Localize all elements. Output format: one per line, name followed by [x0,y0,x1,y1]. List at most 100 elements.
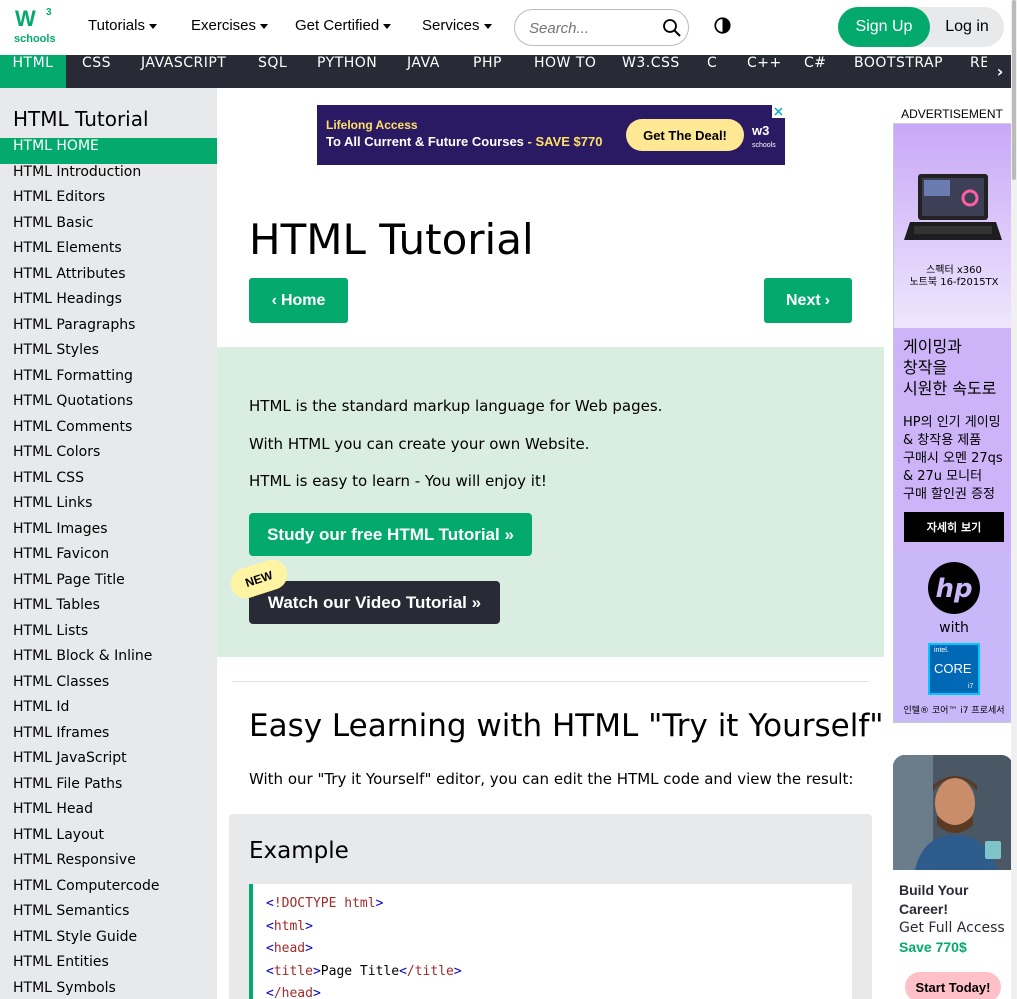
subject-java[interactable]: JAVA [407,55,440,88]
subject-cpp[interactable]: C++ [747,55,782,88]
side-ad-body: HP의 인기 게이밍 & 창작용 제품 구매시 오멘 27qs & 27u 모니… [903,415,1003,502]
home-button[interactable]: ‹ Home [249,278,348,323]
sidebar-item[interactable]: HTML Formatting [0,368,217,394]
log-in-button[interactable]: Log in [930,7,1004,47]
code-token: html [273,918,306,934]
sidebar-item[interactable]: HTML Colors [0,444,217,470]
example-box: Example <!DOCTYPE html> <html> <head> <titl… [229,814,872,999]
sign-up-button[interactable]: Sign Up [838,7,930,47]
video-tutorial-button[interactable]: Watch our Video Tutorial » [249,581,500,624]
banner-ad-line2: To All Current & Future Courses - SAVE $… [326,134,602,149]
menu-get-certified[interactable]: Get Certified [295,17,392,34]
sidebar-item[interactable]: HTML Headings [0,291,217,317]
ad-close-icon[interactable] [772,105,785,118]
banner-ad-logo-main: w3 [752,123,770,138]
subject-csharp[interactable]: C# [804,55,827,88]
subject-how-to[interactable]: HOW TO [534,55,596,88]
side-ad-with: with [939,620,969,636]
sidebar-item[interactable]: HTML Comments [0,419,217,445]
chevron-right-icon: › [824,291,830,309]
sidebar-item[interactable]: HTML File Paths [0,776,217,802]
sidebar-item[interactable]: HTML JavaScript [0,750,217,776]
subject-c[interactable]: C [707,55,717,88]
intel-mid: CORE [934,661,972,676]
intel-gen: i7 [968,683,974,690]
side-ad[interactable]: 스펙터 x360 노트북 16-f2015TX 게이밍과 창작을 시원한 속도로… [893,123,1013,723]
side-ad-offer: 게이밍과 창작을 시원한 속도로 HP의 인기 게이밍 & 창작용 제품 구매시… [894,328,1012,552]
sidebar-item[interactable]: HTML Head [0,801,217,827]
sidebar-item[interactable]: HTML Tables [0,597,217,623]
sidebar-item[interactable]: HTML Introduction [0,164,217,190]
code-line: <head> [266,941,313,956]
banner-ad-line2-text: To All Current & Future Courses [326,134,524,149]
menu-services[interactable]: Services [422,17,492,34]
sidebar-item[interactable]: HTML Styles [0,342,217,368]
code-token: title [273,963,313,979]
page-title: HTML Tutorial [249,215,534,264]
subject-php[interactable]: PHP [473,55,502,88]
caret-down-icon [383,24,392,29]
sidebar-item[interactable]: HTML Paragraphs [0,317,217,343]
subject-html[interactable]: HTML [0,55,66,88]
subject-css[interactable]: CSS [82,55,111,88]
sidebar-item[interactable]: HTML Attributes [0,266,217,292]
subject-javascript[interactable]: JAVASCRIPT [141,55,226,88]
code-line: </head> [266,986,321,999]
advertisement-label: ADVERTISEMENT [901,107,1003,121]
logo-sup: 3 [46,7,52,18]
sidebar-item[interactable]: HTML Symbols [0,980,217,999]
side-ad-cta-button[interactable]: 자세히 보기 [904,512,1004,542]
sidebar-item[interactable]: HTML Favicon [0,546,217,572]
logo-sub: schools [14,33,56,45]
sidebar-item[interactable]: HTML Basic [0,215,217,241]
code-token: < [266,986,274,999]
promo-person-image [893,755,1013,870]
caret-down-icon [483,24,492,29]
sidebar-item[interactable]: HTML Responsive [0,852,217,878]
search-icon[interactable] [662,18,682,38]
banner-ad[interactable]: Lifelong Access To All Current & Future … [317,105,785,165]
sidebar-item[interactable]: HTML Classes [0,674,217,700]
sidebar-item[interactable]: HTML Editors [0,189,217,215]
sidebar-item[interactable]: HTML Style Guide [0,929,217,955]
sidebar-item[interactable]: HTML Lists [0,623,217,649]
w3schools-logo[interactable]: W 3 schools [13,6,57,48]
sidebar-item[interactable]: HTML Computercode [0,878,217,904]
menu-exercises[interactable]: Exercises [191,17,269,34]
get-deal-button[interactable]: Get The Deal! [626,119,744,151]
banner-ad-logo: w3 schools [752,123,780,149]
code-token: > [305,918,313,934]
search-input[interactable] [529,17,659,39]
sidebar-item[interactable]: HTML Entities [0,954,217,980]
scrollbar-thumb[interactable] [1012,0,1016,180]
code-token: > [312,963,321,979]
code-line: <html> [266,919,313,934]
promo-save: Save 770$ [899,939,967,955]
sidebar-item[interactable]: HTML HOME [0,138,217,164]
menu-tutorials[interactable]: Tutorials [88,17,157,34]
code-token: > [453,963,462,979]
banner-ad-line1: Lifelong Access [326,118,418,132]
sidebar-item[interactable]: HTML Iframes [0,725,217,751]
subject-python[interactable]: PYTHON [317,55,377,88]
code-token: < [266,918,274,934]
sidebar-item[interactable]: HTML Block & Inline [0,648,217,674]
sidebar-item[interactable]: HTML CSS [0,470,217,496]
menu-label: Tutorials [88,17,145,34]
sidebar-item[interactable]: HTML Links [0,495,217,521]
contrast-toggle-icon[interactable] [714,17,731,34]
next-button[interactable]: Next › [764,278,852,323]
sidebar-item[interactable]: HTML Id [0,699,217,725]
start-today-button[interactable]: Start Today! [905,972,1001,999]
sidebar-item[interactable]: HTML Elements [0,240,217,266]
sidebar-item[interactable]: HTML Layout [0,827,217,853]
study-tutorial-button[interactable]: Study our free HTML Tutorial » [249,513,532,556]
sidebar-item[interactable]: HTML Semantics [0,903,217,929]
subject-bootstrap[interactable]: BOOTSTRAP [854,55,943,88]
sidebar-item[interactable]: HTML Quotations [0,393,217,419]
chevron-right-icon[interactable]: › [987,55,1013,88]
subject-sql[interactable]: SQL [258,55,287,88]
subject-w3css[interactable]: W3.CSS [622,55,680,88]
sidebar-item[interactable]: HTML Page Title [0,572,217,598]
sidebar-item[interactable]: HTML Images [0,521,217,547]
